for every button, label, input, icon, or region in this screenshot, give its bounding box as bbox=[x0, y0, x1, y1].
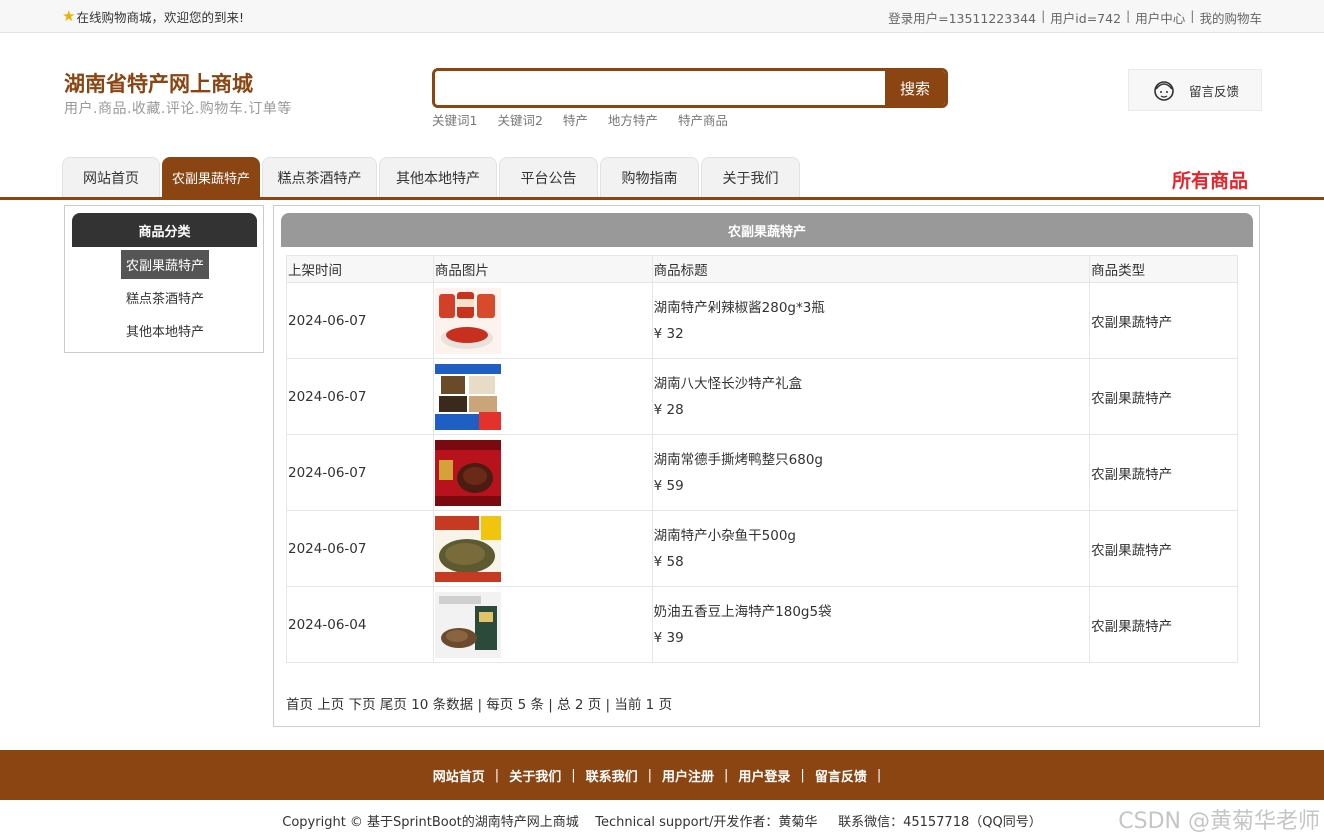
feedback-label: 留言反馈 bbox=[1189, 83, 1240, 99]
product-type: 农副果蔬特产 bbox=[1089, 282, 1238, 359]
panel-heading: 农副果蔬特产 bbox=[281, 213, 1253, 247]
product-price: ¥ 32 bbox=[653, 325, 684, 342]
tab-about-us[interactable]: 关于我们 bbox=[701, 157, 800, 197]
user-center-link[interactable]: 用户中心 bbox=[1135, 8, 1185, 27]
sidebar-item-label: 其他本地特产 bbox=[125, 325, 204, 340]
customer-service-icon bbox=[1154, 81, 1174, 101]
product-date: 2024-06-07 bbox=[286, 434, 434, 511]
pager-first[interactable]: 首页 bbox=[286, 697, 313, 713]
product-title-link[interactable]: 湖南特产剁辣椒酱280g*3瓶 bbox=[654, 295, 1089, 321]
table-row: 2024-06-07 湖南常德手撕烤鸭整只680g ¥ 59 农副果蔬特产 bbox=[286, 434, 1238, 511]
pager-prev[interactable]: 上页 bbox=[317, 697, 344, 713]
table-header-row: 上架时间 商品图片 商品标题 商品类型 bbox=[286, 255, 1238, 283]
product-title-link[interactable]: 湖南特产小杂鱼干500g bbox=[654, 523, 1089, 549]
footer-links: 网站首页 | 关于我们 | 联系我们 | 用户注册 | 用户登录 | 留言反馈 | bbox=[0, 750, 1324, 800]
column-header-type: 商品类型 bbox=[1089, 255, 1238, 283]
my-cart-link[interactable]: 我的购物车 bbox=[1199, 8, 1262, 27]
product-date: 2024-06-04 bbox=[286, 586, 434, 663]
sidebar-item-pastry-tea-wine[interactable]: 糕点茶酒特产 bbox=[65, 283, 265, 312]
welcome-text: 在线购物商城，欢迎您的到来! bbox=[76, 10, 244, 25]
tab-announcements[interactable]: 平台公告 bbox=[499, 157, 598, 197]
product-image[interactable] bbox=[434, 287, 501, 354]
tab-home[interactable]: 网站首页 bbox=[62, 157, 160, 197]
top-bar: ★ 在线购物商城，欢迎您的到来! 登录用户=13511223344 | 用户id… bbox=[0, 0, 1324, 33]
nav-underline bbox=[0, 197, 1324, 200]
product-type: 农副果蔬特产 bbox=[1089, 358, 1238, 435]
product-image[interactable] bbox=[434, 363, 501, 430]
all-goods-link[interactable]: 所有商品 bbox=[1172, 166, 1248, 193]
search-input[interactable] bbox=[435, 71, 888, 105]
product-list-panel: 农副果蔬特产 上架时间 商品图片 商品标题 商品类型 2024-06-07 湖南… bbox=[273, 205, 1260, 727]
product-type: 农副果蔬特产 bbox=[1089, 434, 1238, 511]
search-box: 搜索 bbox=[432, 68, 948, 108]
product-image[interactable] bbox=[434, 591, 501, 658]
pagination: 首页 上页 下页 尾页 10 条数据 | 每页 5 条 | 总 2 页 | 当前… bbox=[286, 693, 672, 713]
user-id-link[interactable]: 用户id=742 bbox=[1050, 8, 1121, 27]
category-sidebar: 商品分类 农副果蔬特产 糕点茶酒特产 其他本地特产 bbox=[64, 205, 264, 353]
keyword-link[interactable]: 地方特产 bbox=[608, 110, 658, 129]
star-icon: ★ bbox=[62, 7, 76, 25]
tab-shopping-guide[interactable]: 购物指南 bbox=[600, 157, 699, 197]
welcome-message: ★ 在线购物商城，欢迎您的到来! bbox=[62, 7, 244, 26]
product-title-link[interactable]: 奶油五香豆上海特产180g5袋 bbox=[654, 599, 1089, 625]
product-price: ¥ 28 bbox=[653, 401, 684, 418]
footer-link-register[interactable]: 用户注册 bbox=[662, 766, 714, 785]
feedback-button[interactable]: 留言反馈 bbox=[1128, 69, 1262, 111]
sidebar-item-label: 农副果蔬特产 bbox=[120, 250, 209, 279]
product-title-link[interactable]: 湖南常德手撕烤鸭整只680g bbox=[654, 447, 1089, 473]
product-type: 农副果蔬特产 bbox=[1089, 586, 1238, 663]
table-row: 2024-06-07 湖南八大怪长沙特产礼盒 ¥ 28 农副果蔬特产 bbox=[286, 358, 1238, 435]
site-subtitle: 用户.商品.收藏.评论.购物车.订单等 bbox=[64, 101, 292, 117]
column-header-image: 商品图片 bbox=[432, 255, 653, 283]
footer-link-about[interactable]: 关于我们 bbox=[509, 766, 561, 785]
site-title[interactable]: 湖南省特产网上商城 bbox=[64, 68, 253, 98]
tab-other-local[interactable]: 其他本地特产 bbox=[379, 157, 497, 197]
column-header-date: 上架时间 bbox=[286, 255, 434, 283]
product-price: ¥ 59 bbox=[653, 477, 684, 494]
tab-farm-produce[interactable]: 农副果蔬特产 bbox=[162, 157, 260, 197]
sidebar-item-other-local[interactable]: 其他本地特产 bbox=[65, 316, 265, 345]
table-row: 2024-06-07 湖南特产剁辣椒酱280g*3瓶 ¥ 32 农副果蔬特产 bbox=[286, 282, 1238, 359]
footer-link-feedback[interactable]: 留言反馈 bbox=[815, 766, 867, 785]
hot-keywords: 关键词1 关键词2 特产 地方特产 特产商品 bbox=[432, 110, 748, 129]
keyword-link[interactable]: 关键词1 bbox=[432, 110, 477, 129]
footer-link-contact[interactable]: 联系我们 bbox=[586, 766, 638, 785]
column-header-title: 商品标题 bbox=[651, 255, 1091, 283]
product-price: ¥ 58 bbox=[653, 553, 684, 570]
tab-pastry-tea-wine[interactable]: 糕点茶酒特产 bbox=[262, 157, 377, 197]
product-date: 2024-06-07 bbox=[286, 510, 434, 587]
pager-info: 10 条数据 | 每页 5 条 | 总 2 页 | 当前 1 页 bbox=[411, 697, 673, 713]
user-links: 登录用户=13511223344 | 用户id=742 | 用户中心 | 我的购… bbox=[888, 8, 1262, 27]
footer-link-home[interactable]: 网站首页 bbox=[433, 766, 485, 785]
product-price: ¥ 39 bbox=[653, 629, 684, 646]
table-row: 2024-06-04 奶油五香豆上海特产180g5袋 ¥ 39 农副果蔬特产 bbox=[286, 586, 1238, 663]
table-row: 2024-06-07 湖南特产小杂鱼干500g ¥ 58 农副果蔬特产 bbox=[286, 510, 1238, 587]
product-image[interactable] bbox=[434, 439, 501, 506]
product-date: 2024-06-07 bbox=[286, 282, 434, 359]
product-date: 2024-06-07 bbox=[286, 358, 434, 435]
product-type: 农副果蔬特产 bbox=[1089, 510, 1238, 587]
csdn-watermark: CSDN @黄菊华老师 bbox=[1118, 809, 1320, 834]
search-button[interactable]: 搜索 bbox=[885, 71, 945, 105]
keyword-link[interactable]: 特产商品 bbox=[678, 110, 728, 129]
keyword-link[interactable]: 特产 bbox=[563, 110, 588, 129]
login-user-link[interactable]: 登录用户=13511223344 bbox=[888, 8, 1036, 27]
main-nav: 网站首页 农副果蔬特产 糕点茶酒特产 其他本地特产 平台公告 购物指南 关于我们 bbox=[62, 157, 802, 197]
product-table: 上架时间 商品图片 商品标题 商品类型 2024-06-07 湖南特产剁辣椒酱2… bbox=[286, 255, 1238, 663]
sidebar-heading: 商品分类 bbox=[72, 213, 257, 247]
keyword-link[interactable]: 关键词2 bbox=[497, 110, 542, 129]
product-title-link[interactable]: 湖南八大怪长沙特产礼盒 bbox=[654, 371, 1089, 397]
sidebar-item-farm-produce[interactable]: 农副果蔬特产 bbox=[65, 250, 265, 279]
sidebar-item-label: 糕点茶酒特产 bbox=[125, 292, 204, 307]
footer-link-login[interactable]: 用户登录 bbox=[738, 766, 790, 785]
pager-next[interactable]: 下页 bbox=[349, 697, 376, 713]
product-image[interactable] bbox=[434, 515, 501, 582]
pager-last[interactable]: 尾页 bbox=[380, 697, 407, 713]
